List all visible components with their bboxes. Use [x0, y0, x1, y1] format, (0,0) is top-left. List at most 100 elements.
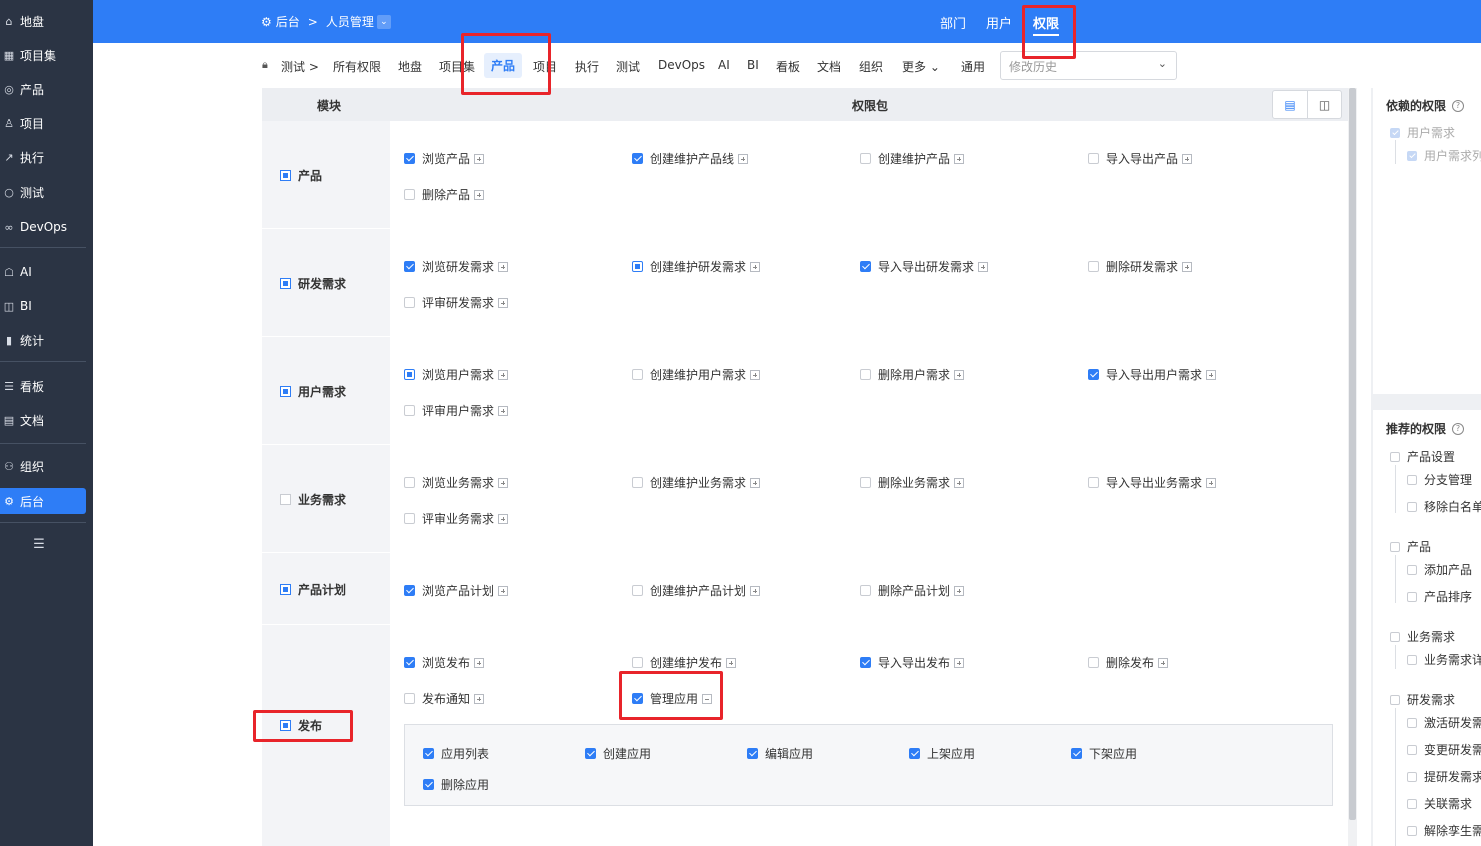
module-epic[interactable]: 业务需求: [280, 491, 346, 508]
module-product[interactable]: 产品: [280, 167, 322, 184]
permission-checkbox[interactable]: [404, 657, 415, 668]
perm-item[interactable]: 浏览产品计划: [404, 582, 509, 599]
sub-perm-item[interactable]: 上架应用: [909, 745, 975, 762]
tab-devops[interactable]: DevOps: [658, 58, 705, 72]
permission-checkbox[interactable]: [747, 748, 758, 759]
sidebar-item-bi[interactable]: ◫ BI: [0, 293, 93, 319]
tab-execution[interactable]: 执行: [575, 58, 599, 75]
tab-product[interactable]: 产品: [484, 53, 523, 78]
expand-icon[interactable]: [1182, 261, 1193, 272]
perm-item[interactable]: 发布通知: [404, 690, 485, 707]
scrollbar-thumb[interactable]: [1349, 88, 1356, 820]
permission-checkbox[interactable]: [860, 477, 871, 488]
module-checkbox[interactable]: [280, 278, 291, 289]
permission-checkbox[interactable]: [404, 513, 415, 524]
perm-item[interactable]: 删除产品: [404, 186, 485, 203]
perm-item[interactable]: 创建维护用户需求: [632, 366, 761, 383]
tab-general[interactable]: 通用: [961, 58, 985, 75]
expand-icon[interactable]: [954, 477, 965, 488]
permission-checkbox[interactable]: [423, 748, 434, 759]
sidebar-item-kanban[interactable]: ☰ 看板: [0, 373, 93, 399]
chevron-down-icon[interactable]: ⌄: [376, 14, 391, 29]
recommend-item[interactable]: 业务需求详: [1407, 651, 1481, 668]
module-release[interactable]: 发布: [280, 717, 322, 734]
permission-checkbox[interactable]: [632, 369, 643, 380]
recommend-group[interactable]: 产品: [1390, 538, 1431, 555]
sidebar-item-org[interactable]: ⚇ 组织: [0, 453, 93, 479]
permission-checkbox[interactable]: [1407, 825, 1417, 836]
permission-checkbox[interactable]: [1088, 369, 1099, 380]
module-plan[interactable]: 产品计划: [280, 581, 346, 598]
permission-checkbox[interactable]: [860, 153, 871, 164]
permission-checkbox[interactable]: [1071, 748, 1082, 759]
sidebar-item-dashboard[interactable]: ⌂ 地盘: [0, 8, 93, 34]
nav-permission[interactable]: 权限: [1033, 13, 1060, 36]
collapse-menu-icon[interactable]: ☰: [32, 538, 46, 552]
expand-icon[interactable]: [954, 585, 965, 596]
sidebar-item-project[interactable]: ♙ 项目: [0, 110, 93, 136]
perm-item[interactable]: 导入导出研发需求: [860, 258, 989, 275]
breadcrumb-people[interactable]: 人员管理: [326, 13, 374, 30]
list-view-button[interactable]: ▤: [1273, 91, 1307, 118]
module-checkbox[interactable]: [280, 720, 291, 731]
perm-item[interactable]: 删除业务需求: [860, 474, 965, 491]
tab-doc[interactable]: 文档: [817, 58, 841, 75]
subnav-root[interactable]: 测试 >: [281, 58, 319, 75]
sidebar-item-ai[interactable]: ☖ AI: [0, 259, 93, 285]
expand-icon[interactable]: [726, 657, 737, 668]
permission-checkbox[interactable]: [1390, 451, 1400, 462]
module-checkbox[interactable]: [280, 584, 291, 595]
recommend-item[interactable]: 提研发需求: [1407, 768, 1481, 785]
sidebar-item-program[interactable]: ▦ 项目集: [0, 42, 93, 68]
expand-icon[interactable]: [498, 297, 509, 308]
perm-item[interactable]: 删除发布: [1088, 654, 1169, 671]
history-select[interactable]: 修改历史 ⌄: [1000, 51, 1177, 80]
column-view-button[interactable]: ◫: [1307, 91, 1341, 118]
expand-icon[interactable]: [498, 585, 509, 596]
recommend-group[interactable]: 产品设置: [1390, 448, 1455, 465]
permission-checkbox[interactable]: [632, 477, 643, 488]
recommend-item[interactable]: 产品排序: [1407, 588, 1472, 605]
permission-checkbox[interactable]: [1407, 564, 1417, 575]
perm-item-manage-app[interactable]: 管理应用: [632, 690, 713, 707]
sub-perm-item[interactable]: 应用列表: [423, 745, 489, 762]
permission-checkbox[interactable]: [1407, 474, 1417, 485]
tab-kanban[interactable]: 看板: [776, 58, 800, 75]
permission-checkbox[interactable]: [632, 261, 643, 272]
perm-item[interactable]: 创建维护业务需求: [632, 474, 761, 491]
perm-item[interactable]: 评审用户需求: [404, 402, 509, 419]
perm-item[interactable]: 删除产品计划: [860, 582, 965, 599]
permission-checkbox[interactable]: [860, 657, 871, 668]
permission-checkbox[interactable]: [632, 693, 643, 704]
expand-icon[interactable]: [498, 513, 509, 524]
perm-item[interactable]: 浏览业务需求: [404, 474, 509, 491]
perm-item[interactable]: 创建维护产品: [860, 150, 965, 167]
expand-icon[interactable]: [498, 261, 509, 272]
permission-checkbox[interactable]: [404, 693, 415, 704]
permission-checkbox[interactable]: [1088, 261, 1099, 272]
sidebar-item-product[interactable]: ◎ 产品: [0, 76, 93, 102]
permission-checkbox[interactable]: [1407, 771, 1417, 782]
expand-icon[interactable]: [750, 477, 761, 488]
perm-item[interactable]: 创建维护产品计划: [632, 582, 761, 599]
expand-icon[interactable]: [498, 369, 509, 380]
help-icon[interactable]: ?: [1452, 422, 1465, 435]
permission-checkbox[interactable]: [585, 748, 596, 759]
perm-item[interactable]: 评审研发需求: [404, 294, 509, 311]
permission-checkbox[interactable]: [1407, 744, 1417, 755]
perm-item[interactable]: 浏览发布: [404, 654, 485, 671]
permission-checkbox[interactable]: [909, 748, 920, 759]
module-checkbox[interactable]: [280, 494, 291, 505]
expand-icon[interactable]: [474, 693, 485, 704]
perm-item[interactable]: 创建维护研发需求: [632, 258, 761, 275]
tab-dashboard[interactable]: 地盘: [398, 58, 422, 75]
perm-item[interactable]: 导入导出产品: [1088, 150, 1193, 167]
expand-icon[interactable]: [750, 369, 761, 380]
expand-icon[interactable]: [1182, 153, 1193, 164]
permission-checkbox[interactable]: [404, 585, 415, 596]
sub-perm-item[interactable]: 下架应用: [1071, 745, 1137, 762]
perm-item[interactable]: 评审业务需求: [404, 510, 509, 527]
sidebar-item-admin[interactable]: ⚙ 后台: [0, 488, 86, 514]
permission-checkbox[interactable]: [860, 585, 871, 596]
recommend-item[interactable]: 变更研发需: [1407, 741, 1481, 758]
